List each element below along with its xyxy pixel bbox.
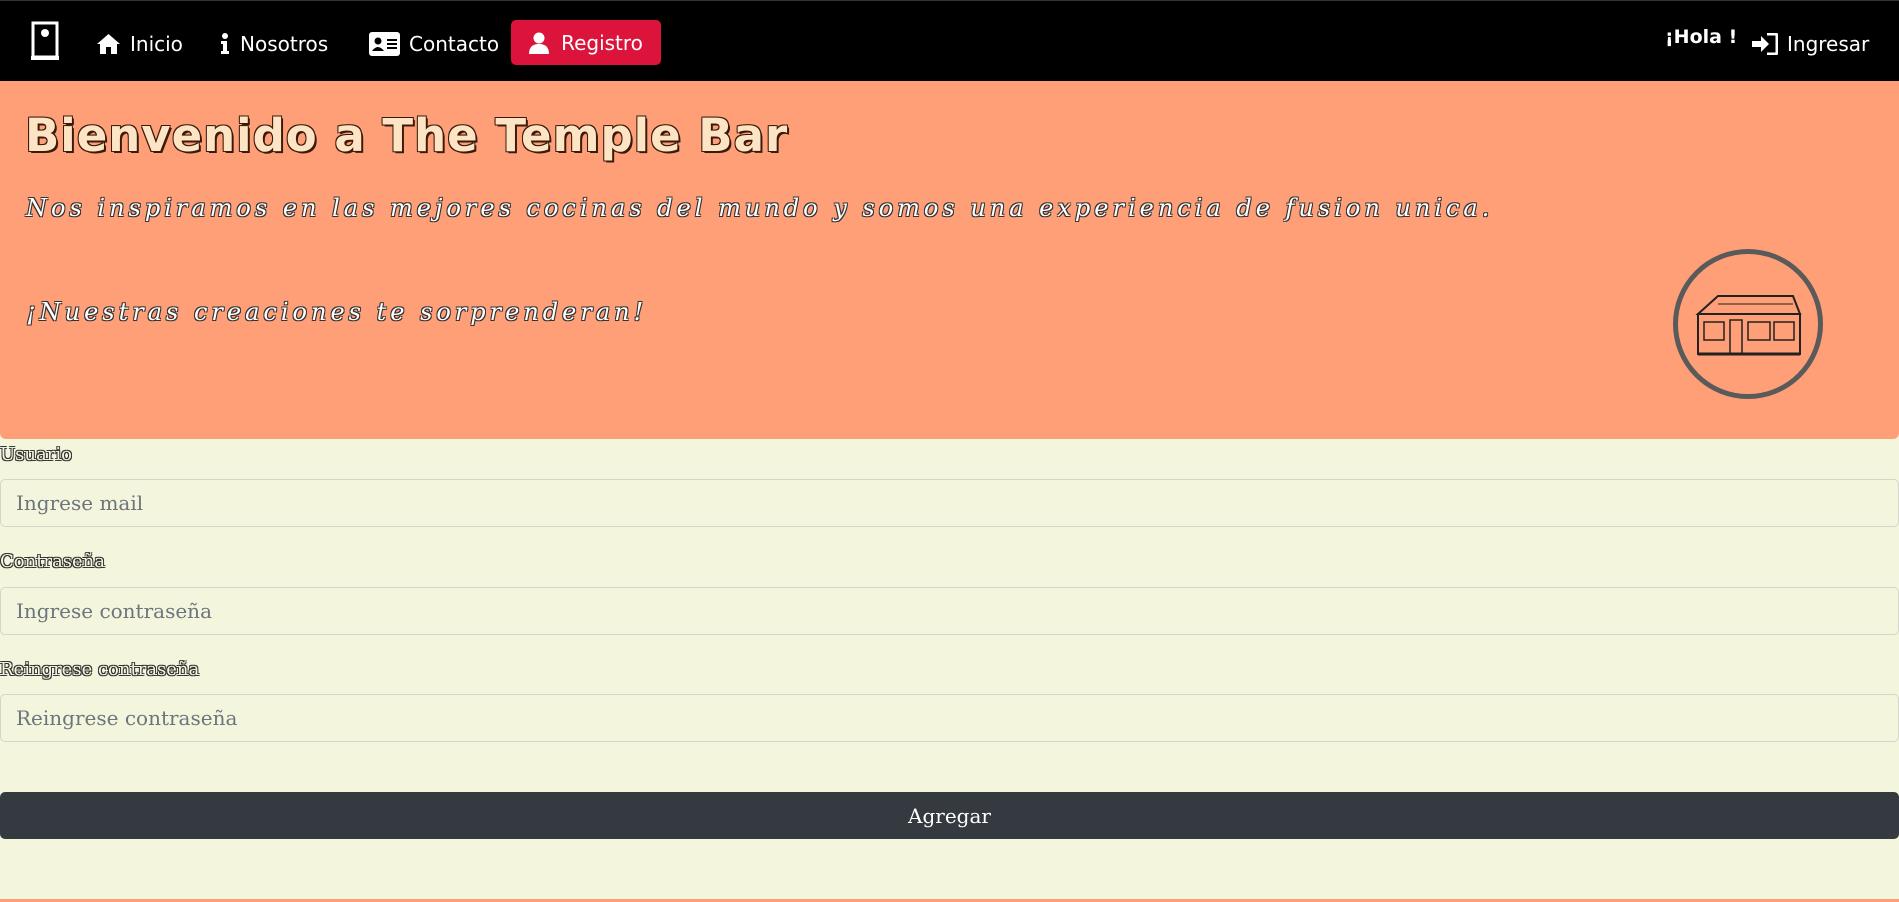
nav-contacto[interactable]: Contacto — [369, 21, 499, 67]
user-icon — [529, 32, 550, 54]
navbar: Inicio Nosotros Contacto Registro ¡Hola … — [0, 0, 1899, 81]
nav-inicio-label: Inicio — [130, 32, 183, 56]
login-label: Ingresar — [1787, 32, 1870, 56]
hero-jumbotron: Bienvenido a The Temple Bar Nos inspiram… — [0, 81, 1899, 439]
door-icon[interactable] — [31, 21, 59, 61]
password-input[interactable] — [0, 587, 1899, 635]
hero-title: Bienvenido a The Temple Bar — [25, 109, 789, 162]
repassword-input[interactable] — [0, 694, 1899, 742]
nav-contacto-label: Contacto — [409, 32, 500, 56]
info-icon — [221, 33, 229, 54]
nav-inicio[interactable]: Inicio — [96, 21, 183, 67]
nav-nosotros[interactable]: Nosotros — [219, 21, 328, 67]
agregar-button[interactable]: Agregar — [0, 792, 1899, 839]
login-link[interactable]: Ingresar — [1752, 21, 1869, 67]
home-icon — [97, 34, 120, 54]
user-email-input[interactable] — [0, 479, 1899, 527]
hero-subtagline: ¡Nuestras creaciones te sorprenderan! — [26, 298, 648, 326]
user-label: Usuario — [0, 444, 72, 465]
nav-registro[interactable]: Registro — [511, 20, 661, 65]
address-card-icon — [369, 32, 400, 56]
repassword-label: Reingrese contraseña — [0, 659, 200, 680]
nav-nosotros-label: Nosotros — [240, 32, 329, 56]
greeting-text: ¡Hola ! — [1665, 26, 1738, 48]
nav-registro-label: Registro — [561, 30, 643, 55]
sign-in-icon — [1752, 33, 1778, 55]
hero-tagline: Nos inspiramos en las mejores cocinas de… — [26, 194, 1494, 222]
storefront-logo-icon — [1673, 249, 1823, 399]
password-label: Contraseña — [0, 551, 105, 572]
